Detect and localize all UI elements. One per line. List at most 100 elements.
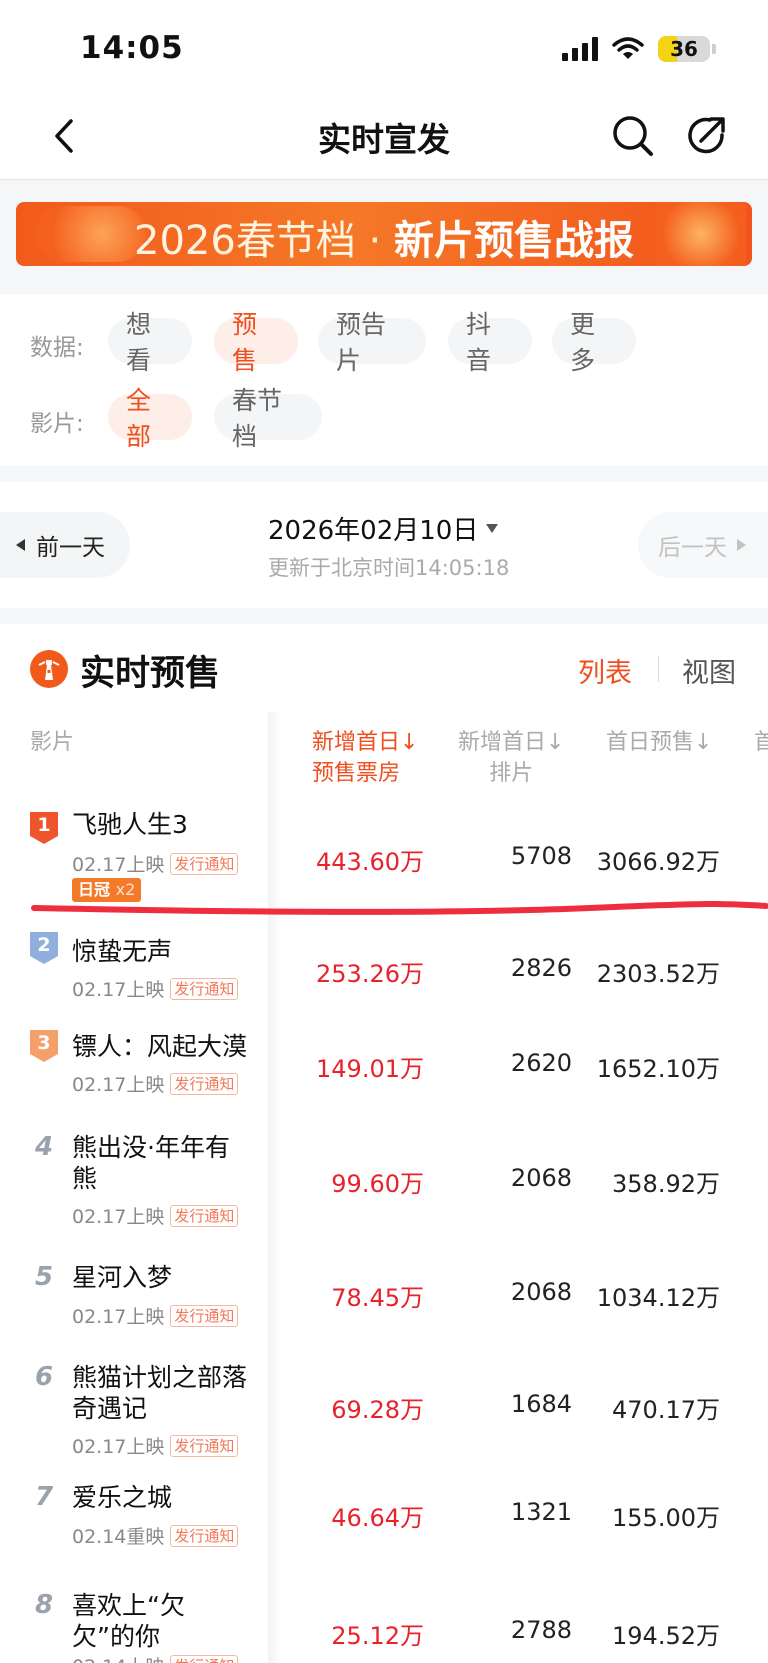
table-row[interactable]: 1 飞驰人生3 02.17上映 发行通知 日冠 x2 443.60万 5708 …	[0, 800, 768, 910]
film-meta: 02.14重映 发行通知	[72, 1522, 239, 1549]
chip-trailer[interactable]: 预告片	[318, 310, 426, 375]
rank-badge: 1	[30, 812, 58, 844]
film-name[interactable]: 熊猫计划之部落奇遇记	[72, 1362, 252, 1424]
share-button[interactable]	[684, 113, 730, 159]
rank-number: 4	[34, 1132, 54, 1162]
film-meta: 02.17上映 发行通知	[72, 1432, 239, 1459]
tab-list[interactable]: 列表	[578, 651, 632, 690]
update-time: 更新于北京时间14:05:18	[268, 556, 510, 580]
header-film: 影片	[30, 730, 75, 755]
battery-nub	[712, 44, 716, 54]
table-row[interactable]: 2 惊蛰无声 02.17上映 发行通知 253.26万 2826 2303.52…	[0, 920, 768, 1006]
next-day-label: 后一天	[658, 535, 727, 561]
new-presale-value: 46.64万	[331, 1504, 424, 1532]
release-notice-tag[interactable]: 发行通知	[170, 1434, 239, 1457]
release-notice-tag[interactable]: 发行通知	[170, 1654, 239, 1663]
release-notice-tag[interactable]: 发行通知	[170, 1524, 239, 1547]
rank-number: 7	[34, 1482, 54, 1512]
lighthouse-icon	[30, 650, 68, 688]
cellular-signal-icon	[562, 37, 598, 61]
new-shows-value: 1321	[510, 1498, 572, 1526]
release-date: 02.17上映	[72, 1074, 165, 1096]
release-notice-tag[interactable]: 发行通知	[170, 1072, 239, 1095]
date-label: 2026年02月10日	[268, 516, 479, 546]
film-meta: 02.17上映 发行通知	[72, 1202, 239, 1229]
new-presale-value: 99.60万	[331, 1170, 424, 1198]
banner-text-plain: 2026春节档 ·	[134, 218, 394, 264]
release-notice-tag[interactable]: 发行通知	[170, 852, 239, 875]
chip-more[interactable]: 更多	[552, 310, 636, 375]
rank-number: 6	[34, 1362, 54, 1392]
rank-badge: 3	[30, 1030, 58, 1062]
chip-label: 抖音	[466, 310, 492, 375]
tab-view[interactable]: 视图	[682, 651, 736, 690]
header-new-presale[interactable]: 新增首日↓ 预售票房	[312, 727, 418, 789]
header-line: 新增首日↓	[458, 730, 565, 755]
release-date: 02.17上映	[72, 1306, 165, 1328]
film-name[interactable]: 飞驰人生3	[72, 809, 262, 840]
date-selector[interactable]: 2026年02月10日	[268, 510, 499, 547]
release-date: 02.14重映	[72, 1526, 165, 1548]
chip-presale[interactable]: 预售	[214, 310, 298, 375]
new-shows-value: 1684	[510, 1390, 572, 1418]
status-time: 14:05	[80, 30, 184, 66]
header-first-day-presale[interactable]: 首日预售↓	[606, 727, 712, 758]
search-button[interactable]	[610, 113, 656, 159]
status-icons: 36	[562, 36, 716, 62]
triangle-left-icon	[16, 539, 25, 551]
table-row[interactable]: 4 熊出没·年年有熊 02.17上映 发行通知 99.60万 2068 358.…	[0, 1122, 768, 1242]
new-presale-value: 443.60万	[316, 848, 424, 876]
film-meta: 02.17上映 发行通知	[72, 975, 239, 1002]
chip-douyin[interactable]: 抖音	[448, 310, 532, 375]
wifi-icon	[612, 37, 644, 59]
header-cut-off[interactable]: 首	[754, 727, 768, 758]
new-presale-value: 25.12万	[331, 1622, 424, 1650]
chip-label: 想看	[126, 310, 152, 375]
share-icon	[688, 117, 725, 154]
header-line: 预售票房	[312, 761, 401, 786]
release-date: 02.17上映	[72, 1206, 165, 1228]
table-row[interactable]: 7 爱乐之城 02.14重映 发行通知 46.64万 1321 155.00万	[0, 1480, 768, 1576]
new-shows-value: 2826	[510, 954, 572, 982]
film-meta: 02.14上映 发行通知	[72, 1652, 239, 1663]
search-icon	[613, 116, 653, 156]
new-shows-value: 2068	[510, 1278, 572, 1306]
film-name[interactable]: 熊出没·年年有熊	[72, 1132, 252, 1194]
battery-indicator: 36	[658, 36, 710, 62]
prev-day-button[interactable]: 前一天	[0, 512, 130, 578]
rank-badge: 2	[30, 932, 58, 964]
chip-want-to-see[interactable]: 想看	[108, 310, 192, 375]
chip-all[interactable]: 全部	[108, 386, 192, 451]
new-shows-value: 2620	[510, 1049, 572, 1077]
table-row[interactable]: 8 喜欢上“欠欠”的你 02.14上映 发行通知 25.12万 2788 194…	[0, 1580, 768, 1663]
section-gap	[0, 608, 768, 624]
film-name[interactable]: 星河入梦	[72, 1262, 262, 1293]
banner-text-bold: 新片预售战报	[393, 218, 634, 264]
chip-label: 全部	[126, 386, 152, 451]
film-name[interactable]: 爱乐之城	[72, 1482, 262, 1513]
table-row[interactable]: 3 镖人：风起大漠 02.17上映 发行通知 149.01万 2620 1652…	[0, 1016, 768, 1112]
release-notice-tag[interactable]: 发行通知	[170, 977, 239, 1000]
new-shows-value: 2068	[510, 1164, 572, 1192]
table-row[interactable]: 6 熊猫计划之部落奇遇记 02.17上映 发行通知 69.28万 1684 47…	[0, 1350, 768, 1470]
film-name[interactable]: 惊蛰无声	[72, 936, 262, 967]
release-date: 02.14上映	[72, 1652, 164, 1663]
chip-spring-festival[interactable]: 春节档	[214, 386, 322, 451]
film-name[interactable]: 镖人：风起大漠	[72, 1031, 262, 1062]
table-row[interactable]: 5 星河入梦 02.17上映 发行通知 78.45万 2068 1034.12万	[0, 1252, 768, 1348]
new-shows-value: 2788	[510, 1616, 572, 1644]
header-line: 首	[754, 730, 768, 755]
promo-banner[interactable]: 2026春节档 · 新片预售战报	[16, 202, 752, 266]
triangle-right-icon	[737, 539, 746, 551]
film-name[interactable]: 喜欢上“欠欠”的你	[72, 1590, 242, 1652]
next-day-button[interactable]: 后一天	[638, 512, 768, 578]
header-line: 排片	[489, 761, 534, 786]
new-presale-value: 69.28万	[331, 1396, 424, 1424]
rank-number: 5	[34, 1262, 54, 1292]
chip-label: 预售	[232, 310, 258, 375]
first-day-presale-value: 2303.52万	[596, 960, 720, 988]
release-notice-tag[interactable]: 发行通知	[170, 1304, 239, 1327]
release-notice-tag[interactable]: 发行通知	[170, 1204, 239, 1227]
banner-text: 2026春节档 · 新片预售战报	[16, 208, 752, 266]
header-new-shows[interactable]: 新增首日↓ 排片	[458, 727, 564, 789]
